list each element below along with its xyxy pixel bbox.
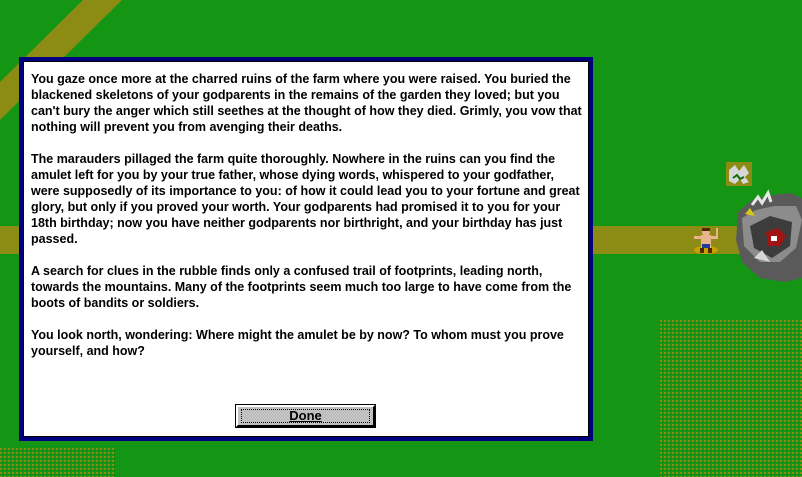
dirt-patch-left xyxy=(0,448,115,477)
done-button[interactable]: Done xyxy=(235,404,376,428)
bush-icon xyxy=(726,162,752,186)
story-dialog: You gaze once more at the charred ruins … xyxy=(19,57,593,441)
story-paragraph: The marauders pillaged the farm quite th… xyxy=(31,152,580,246)
focus-rectangle xyxy=(241,409,370,423)
story-paragraph: A search for clues in the rubble finds o… xyxy=(31,264,572,310)
dirt-patch-right xyxy=(660,320,802,477)
story-paragraph: You gaze once more at the charred ruins … xyxy=(31,72,582,134)
story-paragraph: You look north, wondering: Where might t… xyxy=(31,328,564,358)
story-text: You gaze once more at the charred ruins … xyxy=(31,71,583,375)
